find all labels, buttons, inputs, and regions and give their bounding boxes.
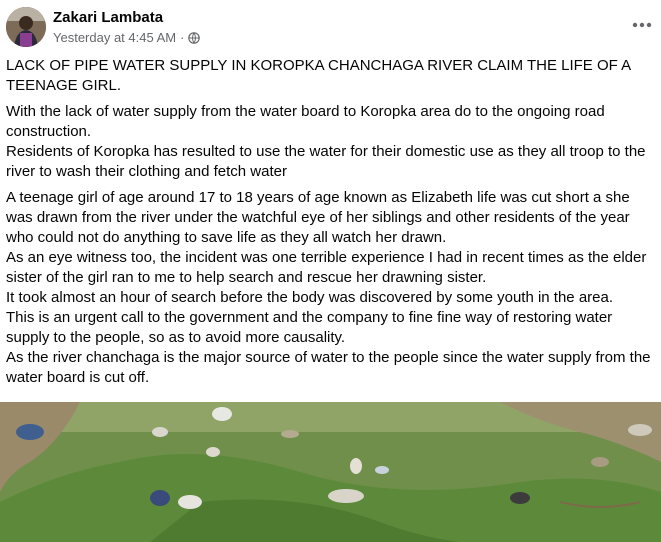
post-body: LACK OF PIPE WATER SUPPLY IN KOROPKA CHA… (6, 56, 658, 394)
author-name[interactable]: Zakari Lambata (53, 9, 163, 26)
post-photo[interactable] (0, 402, 661, 542)
post-timestamp[interactable]: Yesterday at 4:45 AM (53, 30, 176, 45)
post-meta: Yesterday at 4:45 AM · (53, 30, 201, 45)
meta-separator: · (180, 30, 185, 45)
post-paragraph: With the lack of water supply from the w… (6, 103, 646, 180)
post-paragraph: A teenage girl of age around 17 to 18 ye… (6, 189, 651, 386)
globe-icon (188, 31, 201, 44)
facebook-post: Zakari Lambata Yesterday at 4:45 AM · LA… (0, 0, 661, 542)
author-avatar[interactable] (6, 7, 46, 47)
post-header: Zakari Lambata Yesterday at 4:45 AM · (0, 0, 661, 56)
post-headline: LACK OF PIPE WATER SUPPLY IN KOROPKA CHA… (6, 57, 631, 94)
more-horizontal-icon[interactable] (627, 13, 657, 37)
